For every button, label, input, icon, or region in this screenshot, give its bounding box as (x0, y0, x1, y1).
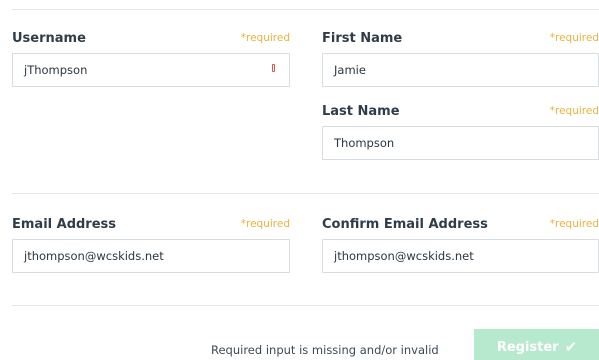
check-icon: ✔ (564, 338, 578, 356)
bottom-divider (12, 305, 599, 306)
confirm-email-input[interactable]: jthompson@wcskids.net (322, 239, 599, 273)
first-name-field-group: First Name *required Jamie (322, 31, 599, 87)
last-name-label: Last Name (322, 104, 400, 119)
first-name-label: First Name (322, 31, 403, 46)
first-name-value: Jamie (334, 63, 366, 77)
username-value: jThompson (24, 63, 88, 77)
last-name-input[interactable]: Thompson (322, 126, 599, 160)
confirm-email-label: Confirm Email Address (322, 217, 488, 232)
email-value: jthompson@wcskids.net (24, 249, 164, 263)
email-field-group: Email Address *required jthompson@wcskid… (12, 217, 290, 273)
email-label: Email Address (12, 217, 117, 232)
last-name-required-tag: *required (549, 105, 599, 117)
last-name-value: Thompson (334, 136, 395, 150)
top-divider (12, 9, 599, 10)
register-button-label: Register (496, 340, 559, 355)
first-name-required-tag: *required (549, 32, 599, 44)
confirm-email-value: jthompson@wcskids.net (334, 249, 474, 263)
register-button[interactable]: Register ✔ (474, 329, 599, 360)
email-input[interactable]: jthompson@wcskids.net (12, 239, 290, 273)
username-label: Username (12, 31, 86, 46)
username-required-tag: *required (240, 32, 290, 44)
first-name-input[interactable]: Jamie (322, 53, 599, 87)
validation-status-message: Required input is missing and/or invalid (211, 343, 439, 357)
email-required-tag: *required (240, 218, 290, 230)
last-name-field-group: Last Name *required Thompson (322, 104, 599, 160)
username-field-group: Username *required jThompson (12, 31, 290, 87)
middle-divider (12, 193, 599, 194)
registration-form: Username *required jThompson First Name … (0, 0, 599, 360)
username-input[interactable]: jThompson (12, 53, 290, 87)
error-marker-icon (272, 64, 275, 72)
confirm-email-required-tag: *required (549, 218, 599, 230)
confirm-email-field-group: Confirm Email Address *required jthompso… (322, 217, 599, 273)
